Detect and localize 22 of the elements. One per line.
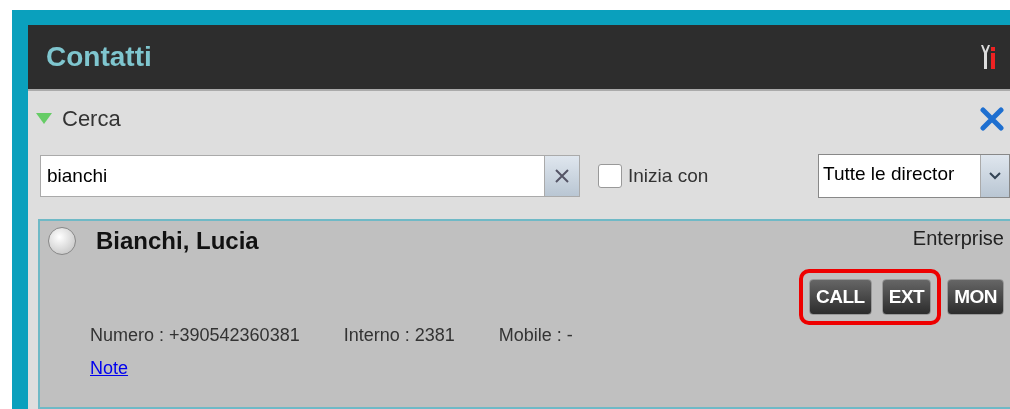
directory-label: Enterprise [912, 227, 1004, 250]
clear-button[interactable] [544, 155, 580, 197]
action-button[interactable]: CALL [809, 279, 872, 315]
chevron-down-icon [989, 172, 1001, 180]
contact-field: Interno : 2381 [343, 325, 455, 346]
action-button[interactable]: MON [947, 279, 1004, 315]
tools-icon[interactable] [980, 44, 996, 70]
contact-field: Numero : +390542360381 [90, 325, 300, 346]
radio-button[interactable] [48, 227, 76, 255]
checkbox[interactable] [598, 164, 622, 188]
checkbox-label: Inizia con [628, 165, 709, 187]
contact-field: Mobile : - [498, 325, 573, 346]
close-icon[interactable] [980, 107, 1004, 131]
contact-card[interactable]: Bianchi, Lucia Enterprise CALL EXT MON Numero : +390542360381 Interno : 2381 Mobile : - Note [38, 219, 1010, 409]
contact-name: Bianchi, Lucia [96, 227, 259, 255]
section-title: Cerca [62, 106, 121, 132]
panel-title: Contatti [46, 41, 152, 73]
action-button[interactable]: EXT [881, 279, 932, 315]
notes-link[interactable]: Note [90, 358, 129, 379]
clear-icon [554, 168, 570, 184]
search-field[interactable]: bianchi [40, 155, 544, 197]
directory-dropdown[interactable]: Tutte le director [818, 154, 1010, 198]
